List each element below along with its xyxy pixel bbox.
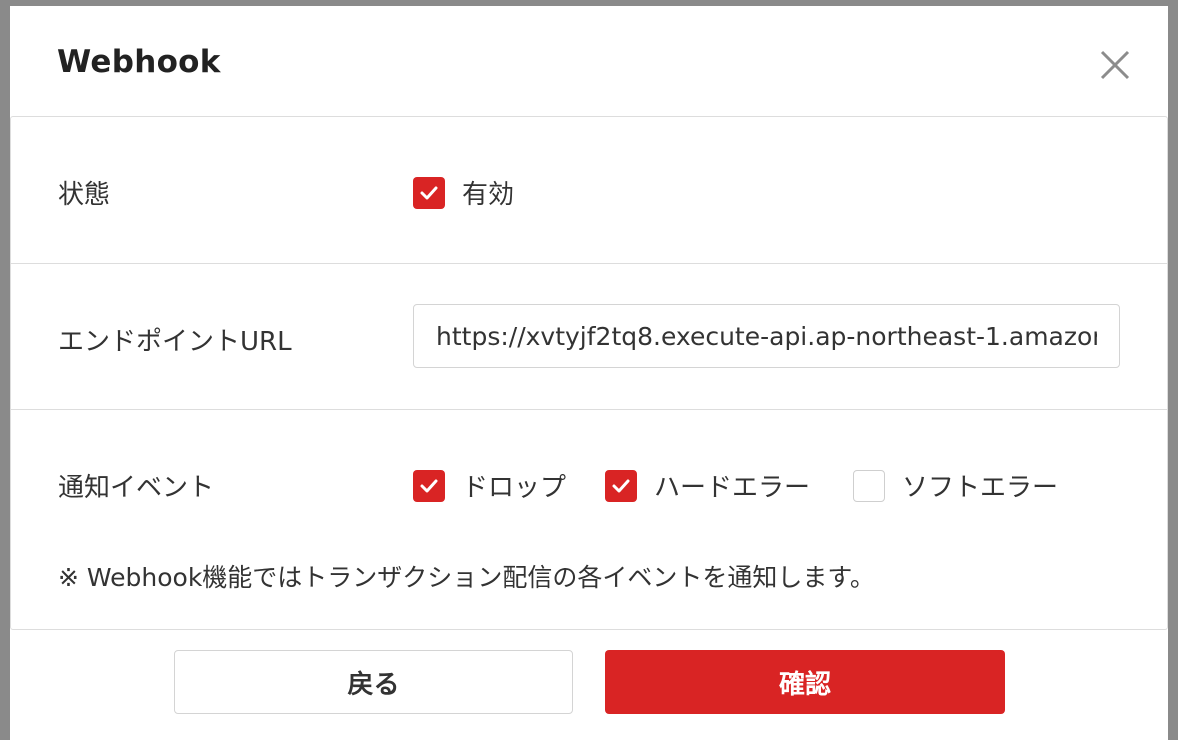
back-button[interactable]: 戻る [174,650,573,714]
dialog-header: Webhook [10,6,1168,116]
enabled-checkbox-item[interactable]: 有効 [413,174,514,211]
event-drop-checkbox[interactable] [413,469,445,502]
events-label: 通知イベント [58,473,215,503]
event-soft-error-checkbox[interactable] [853,469,885,502]
status-label: 状態 [58,180,111,210]
checkmark-icon [612,479,630,492]
event-drop-item[interactable]: ドロップ [413,467,566,504]
endpoint-label: エンドポイントURL [58,327,292,357]
webhook-dialog: Webhook 状態 有効 エンドポイントURL https://xvtyjf2… [10,6,1168,740]
enabled-checkbox[interactable] [413,176,445,209]
close-button[interactable] [1092,42,1142,92]
events-note: ※ Webhook機能ではトランザクション配信の各イベントを通知します。 [58,563,875,592]
checkmark-icon [420,186,438,199]
event-drop-label: ドロップ [462,473,567,503]
status-row: 状態 有効 [11,117,1167,263]
event-soft-error-item[interactable]: ソフトエラー [853,467,1058,504]
event-hard-error-checkbox[interactable] [605,469,637,502]
checkmark-icon [420,479,438,492]
event-hard-error-label: ハードエラー [654,473,811,503]
events-row: 通知イベント ドロップ ハードエラー ソフトエラー ※ Webhook機能ではト… [11,409,1167,629]
close-icon [1100,50,1130,80]
endpoint-url-input[interactable] [413,304,1120,368]
dialog-title: Webhook [57,44,221,80]
event-hard-error-item[interactable]: ハードエラー [605,467,810,504]
event-soft-error-label: ソフトエラー [902,473,1059,503]
confirm-button[interactable]: 確認 [605,650,1005,714]
endpoint-row: エンドポイントURL [11,263,1167,409]
dialog-body: 状態 有効 エンドポイントURL 通知イベント [10,116,1168,630]
enabled-label: 有効 [462,180,515,210]
